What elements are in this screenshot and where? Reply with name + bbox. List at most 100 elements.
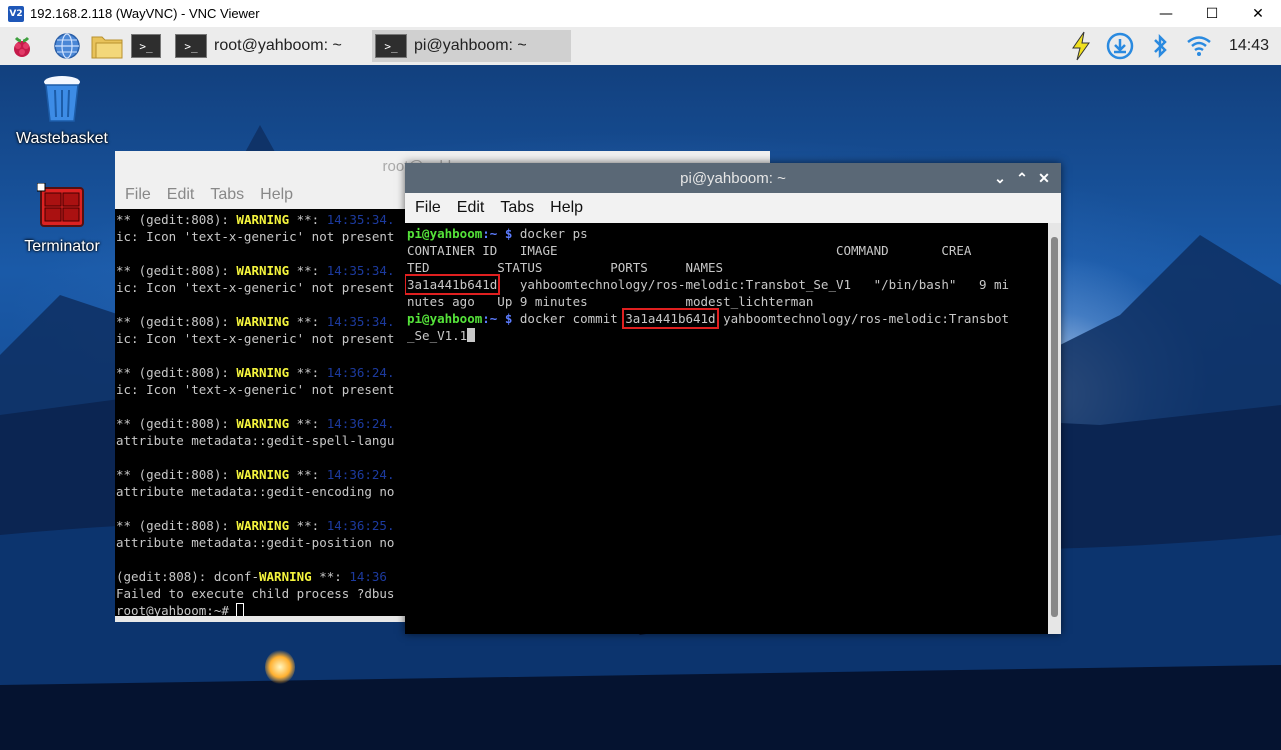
minimize-button[interactable]: ⌄	[989, 170, 1011, 187]
menu-help[interactable]: Help	[550, 199, 583, 217]
scrollbar-thumb[interactable]	[1051, 237, 1058, 617]
file-manager-icon[interactable]	[90, 31, 124, 61]
warning-label: WARNING	[236, 212, 290, 227]
output-text: **:	[289, 212, 327, 227]
prompt-line: pi@yahboom:~ $ docker commit 3a1a441b641…	[407, 308, 1048, 329]
close-button[interactable]: ✕	[1235, 0, 1281, 27]
output-line: TED STATUS PORTS NAMES	[407, 260, 724, 275]
menu-edit[interactable]: Edit	[457, 199, 485, 217]
output-text: **:	[289, 518, 327, 533]
vnc-titlebar: V2 192.168.2.118 (WayVNC) - VNC Viewer —…	[0, 0, 1281, 27]
maximize-button[interactable]: ⌃	[1011, 170, 1033, 187]
desktop-icon-label: Wastebasket	[16, 130, 108, 147]
output-text: ic: Icon 'text-x-generic' not present	[116, 331, 395, 346]
menu-file[interactable]: File	[415, 199, 441, 217]
menu-help[interactable]: Help	[260, 186, 293, 204]
window-title: pi@yahboom: ~	[680, 169, 786, 187]
lantern-light	[265, 650, 295, 684]
close-button[interactable]: ✕	[1033, 170, 1055, 187]
vnc-logo-icon: V2	[8, 5, 24, 22]
taskbar-item-label: pi@yahboom: ~	[414, 37, 527, 54]
text-cursor	[467, 328, 476, 342]
terminal-window-pi[interactable]: pi@yahboom: ~ ⌄ ⌃ ✕ File Edit Tabs Help …	[405, 163, 1061, 634]
warning-label: WARNING	[236, 314, 290, 329]
desktop-icon-label: Terminator	[24, 238, 100, 255]
timestamp-text: 14:36	[349, 569, 387, 584]
command-text: yahboomtechnology/ros-melodic:Transbot	[715, 311, 1010, 326]
output-text: **:	[289, 263, 327, 278]
terminal-icon: >_	[375, 34, 407, 58]
prompt-user: pi@yahboom	[407, 311, 483, 326]
output-line: _Se_V1.1	[407, 327, 1048, 344]
menu-edit[interactable]: Edit	[167, 186, 195, 204]
warning-label: WARNING	[236, 416, 290, 431]
timestamp-text: 14:36:24.	[326, 467, 395, 482]
command-text: _Se_V1.1	[407, 328, 468, 343]
vnc-window-title: 192.168.2.118 (WayVNC) - VNC Viewer	[30, 6, 260, 21]
command-text: docker commit	[519, 311, 626, 326]
warning-label: WARNING	[236, 263, 290, 278]
terminal-output[interactable]: pi@yahboom:~ $ docker ps CONTAINER ID IMA…	[405, 223, 1048, 634]
prompt-path: :~ $	[482, 311, 520, 326]
taskbar-item-root-terminal[interactable]: >_ root@yahboom: ~	[172, 30, 362, 62]
output-text: ** (gedit:808):	[116, 314, 237, 329]
window-titlebar[interactable]: pi@yahboom: ~ ⌄ ⌃ ✕	[405, 163, 1061, 193]
timestamp-text: 14:36:24.	[326, 365, 395, 380]
output-text: yahboomtechnology/ros-melodic:Transbot_S…	[497, 277, 1010, 292]
output-text: ic: Icon 'text-x-generic' not present	[116, 280, 395, 295]
menu-bar: File Edit Tabs Help	[405, 193, 1061, 223]
menu-tabs[interactable]: Tabs	[210, 186, 244, 204]
terminator-icon	[36, 182, 84, 227]
output-text: **:	[311, 569, 350, 584]
scrollbar[interactable]	[1048, 223, 1061, 634]
menu-tabs[interactable]: Tabs	[500, 199, 534, 217]
output-text: ** (gedit:808):	[116, 416, 237, 431]
output-text: ic: Icon 'text-x-generic' not present	[116, 229, 395, 244]
warning-label: WARNING	[259, 569, 312, 584]
output-text: attribute metadata::gedit-encoding no	[116, 484, 395, 499]
output-text: **:	[289, 467, 327, 482]
taskbar-panel: >_ >_ root@yahboom: ~ >_ pi@yahboom: ~ 1…	[0, 27, 1281, 65]
warning-label: WARNING	[236, 518, 290, 533]
prompt-path: :~ $	[482, 226, 520, 241]
output-text: **:	[289, 365, 327, 380]
timestamp-text: 14:36:24.	[326, 416, 395, 431]
download-icon[interactable]	[1105, 31, 1135, 61]
output-text: Failed to execute child process ?dbus	[116, 586, 395, 601]
browser-globe-icon[interactable]	[52, 31, 82, 61]
output-line: 3a1a441b641d yahboomtechnology/ros-melod…	[405, 274, 1048, 295]
minimize-button[interactable]: —	[1143, 0, 1189, 27]
prompt-text: root@yahboom:~#	[116, 603, 237, 616]
output-text: **:	[289, 416, 327, 431]
output-text: (gedit:808): dconf-	[116, 569, 259, 584]
output-line: CONTAINER ID IMAGE COMMAND CREA	[407, 243, 972, 258]
bluetooth-icon[interactable]	[1145, 31, 1175, 61]
taskbar-item-pi-terminal[interactable]: >_ pi@yahboom: ~	[372, 30, 571, 62]
wifi-icon[interactable]	[1184, 31, 1214, 61]
output-text: attribute metadata::gedit-position no	[116, 535, 395, 550]
power-icon[interactable]	[1066, 31, 1096, 61]
menu-file[interactable]: File	[125, 186, 151, 204]
wastebasket-icon	[44, 76, 80, 122]
maximize-button[interactable]: ☐	[1189, 0, 1235, 27]
terminal-launcher-icon[interactable]: >_	[131, 31, 161, 61]
desktop-icon-terminator[interactable]: Terminator	[12, 182, 112, 256]
window-controls: ⌄ ⌃ ✕	[989, 163, 1055, 193]
timestamp-text: 14:35:34.	[326, 314, 395, 329]
prompt-line: pi@yahboom:~ $ docker ps	[407, 225, 1048, 242]
timestamp-text: 14:35:34.	[326, 263, 395, 278]
output-text: ** (gedit:808):	[116, 212, 237, 227]
timestamp-text: 14:35:34.	[326, 212, 395, 227]
warning-label: WARNING	[236, 365, 290, 380]
output-text: ** (gedit:808):	[116, 365, 237, 380]
container-id-highlight: 3a1a441b641d	[622, 308, 719, 329]
raspberry-menu-icon[interactable]	[7, 31, 37, 61]
output-line: nutes ago Up 9 minutes modest_lichterman	[407, 294, 814, 309]
output-text: **:	[289, 314, 327, 329]
output-text: ** (gedit:808):	[116, 467, 237, 482]
output-text: ** (gedit:808):	[116, 518, 237, 533]
output-text: ic: Icon 'text-x-generic' not present	[116, 382, 395, 397]
vnc-window-controls: — ☐ ✕	[1143, 0, 1281, 27]
desktop-icon-wastebasket[interactable]: Wastebasket	[12, 73, 112, 148]
clock[interactable]: 14:43	[1229, 27, 1269, 65]
